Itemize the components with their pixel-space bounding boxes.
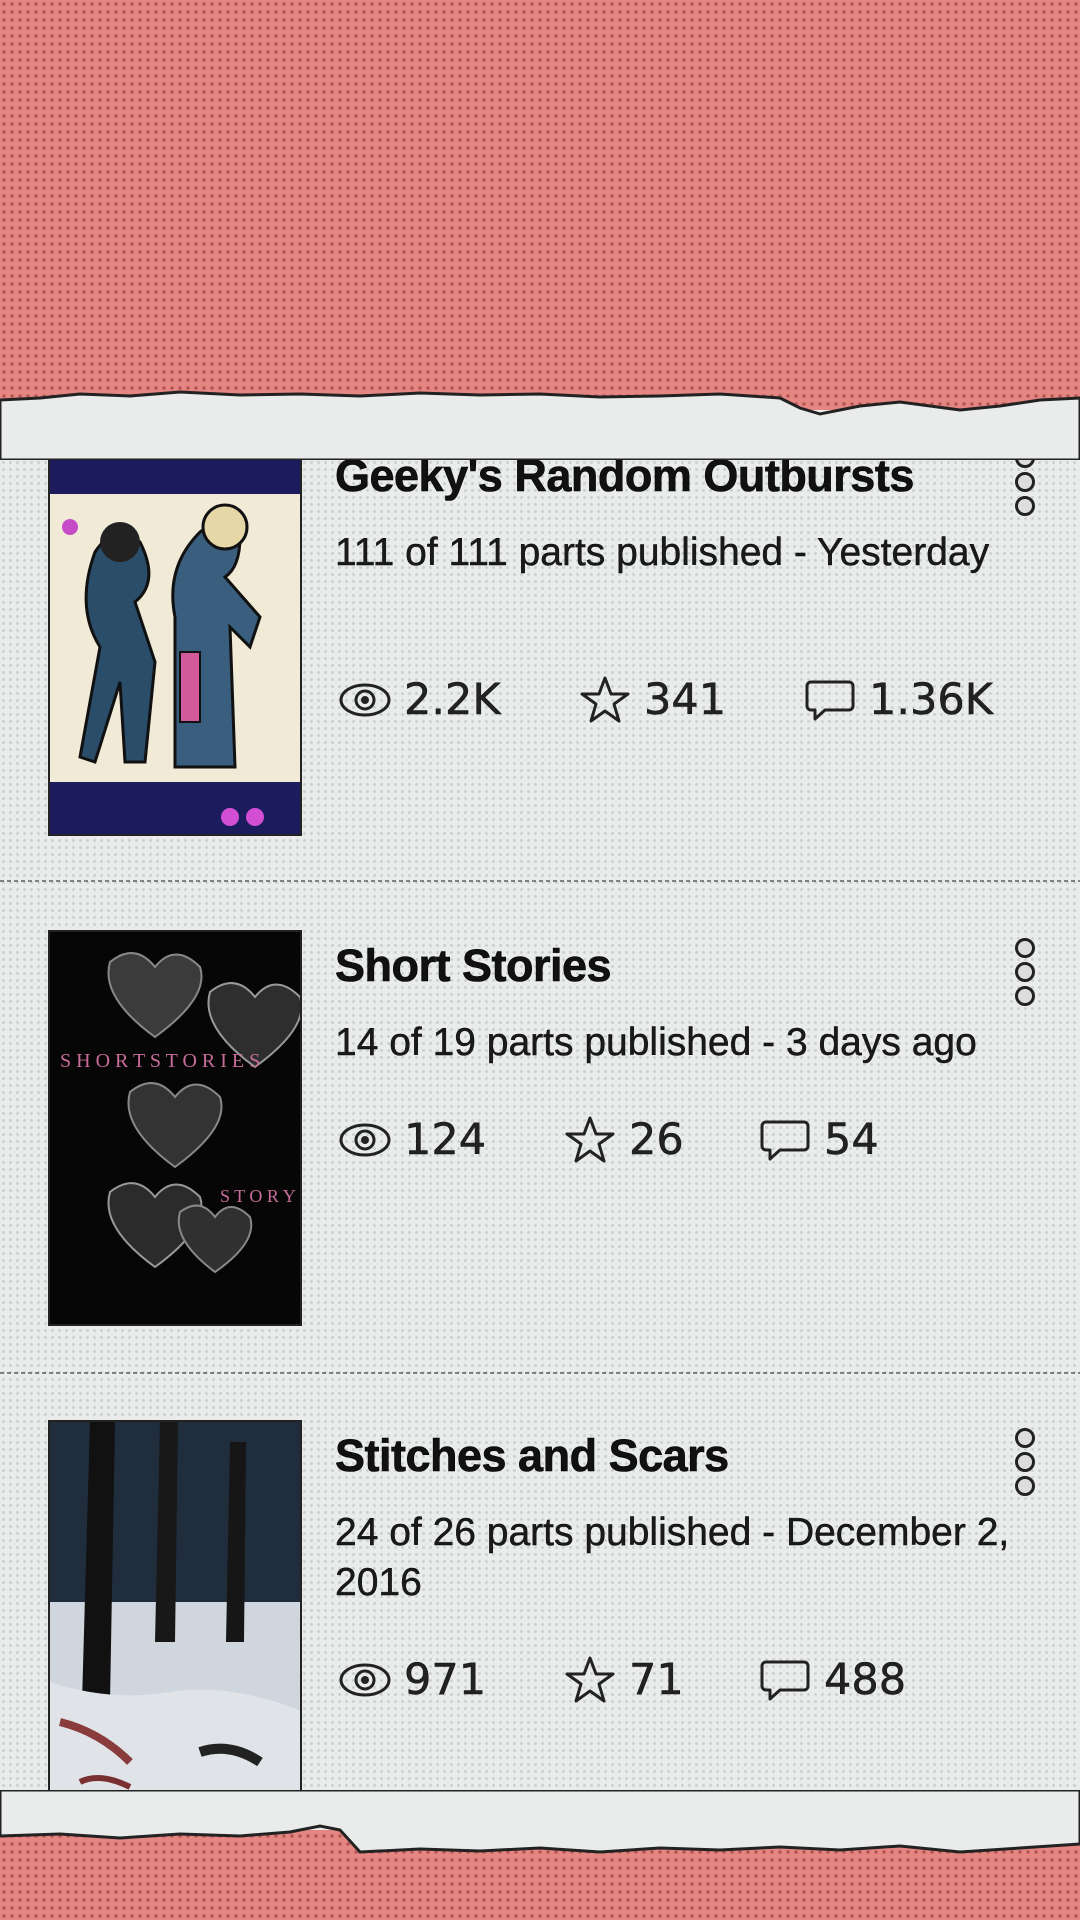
dot-icon — [1015, 472, 1035, 492]
story-cover[interactable] — [48, 1420, 302, 1816]
star-icon — [580, 676, 630, 723]
dot-icon — [1015, 1452, 1035, 1472]
dot-icon — [1015, 938, 1035, 958]
reads-count: 971 — [404, 1655, 487, 1706]
dot-icon — [1015, 496, 1035, 516]
story-title[interactable]: Short Stories — [335, 940, 975, 992]
dot-icon — [1015, 962, 1035, 982]
votes-count: 341 — [644, 675, 727, 726]
story-stats: 971 71 488 — [338, 1650, 1058, 1710]
reads-stat: 124 — [338, 1110, 486, 1170]
comment-icon — [805, 680, 855, 721]
dot-icon — [1015, 1476, 1035, 1496]
story-meta: 24 of 26 parts published - December 2, 2… — [335, 1511, 1010, 1604]
eye-icon — [339, 1663, 391, 1697]
story-title[interactable]: Stitches and Scars — [335, 1430, 975, 1482]
comments-stat: 54 — [758, 1110, 879, 1170]
story-cover[interactable] — [48, 440, 302, 836]
cover-text: S H O R T S T O R I E S — [60, 1050, 260, 1072]
reads-count: 2.2K — [404, 675, 501, 726]
story-cover[interactable]: S H O R T S T O R I E S S T O R Y — [48, 930, 302, 1326]
comment-icon — [760, 1660, 810, 1701]
reads-stat: 971 — [338, 1650, 486, 1710]
comment-icon — [760, 1120, 810, 1161]
votes-stat: 341 — [578, 670, 726, 730]
comments-stat: 488 — [758, 1650, 906, 1710]
comments-count: 54 — [824, 1115, 879, 1166]
story-item[interactable]: Geeky's Random Outbursts 111 of 111 part… — [0, 410, 1080, 900]
dot-icon — [1015, 986, 1035, 1006]
cover-illustration — [50, 1422, 300, 1814]
votes-stat: 26 — [563, 1110, 684, 1170]
votes-count: 26 — [629, 1115, 684, 1166]
story-stats: 124 26 54 — [338, 1110, 1058, 1170]
story-meta: 14 of 19 parts published - 3 days ago — [335, 1021, 977, 1064]
story-item[interactable]: S H O R T S T O R I E S S T O R Y Short … — [0, 900, 1080, 1390]
reads-stat: 2.2K — [338, 670, 501, 730]
dot-icon — [1015, 1428, 1035, 1448]
torn-paper-top-edge — [0, 390, 1080, 460]
story-list: Geeky's Random Outbursts 111 of 111 part… — [0, 410, 1080, 1830]
star-icon — [565, 1656, 615, 1703]
cover-illustration — [50, 442, 300, 834]
divider — [0, 880, 1080, 882]
more-options-button[interactable] — [1010, 936, 1040, 1006]
eye-icon — [339, 683, 391, 717]
more-options-button[interactable] — [1010, 1426, 1040, 1496]
story-stats: 2.2K 341 1.36K — [338, 670, 1058, 730]
votes-stat: 71 — [563, 1650, 684, 1710]
torn-paper-bottom-edge — [0, 1790, 1080, 1854]
eye-icon — [339, 1123, 391, 1157]
comments-count: 488 — [824, 1655, 907, 1706]
comments-stat: 1.36K — [803, 670, 993, 730]
cover-illustration: S H O R T S T O R I E S S T O R Y — [50, 932, 300, 1324]
cover-text: S T O R Y — [220, 1186, 296, 1206]
comments-count: 1.36K — [869, 675, 993, 726]
star-icon — [565, 1116, 615, 1163]
divider — [0, 1372, 1080, 1374]
reads-count: 124 — [404, 1115, 487, 1166]
votes-count: 71 — [629, 1655, 684, 1706]
story-meta: 111 of 111 parts published - Yesterday — [335, 531, 990, 574]
